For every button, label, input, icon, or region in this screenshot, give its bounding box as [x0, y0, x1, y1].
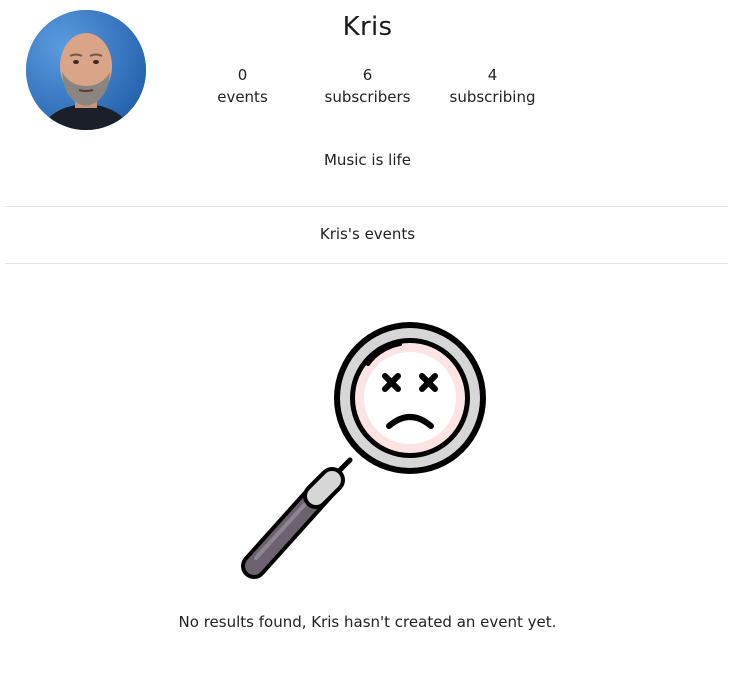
- magnifier-handle: [241, 457, 353, 579]
- magnifier-lens: [334, 322, 486, 474]
- stat-subscribing[interactable]: 4 subscribing: [430, 64, 555, 108]
- stat-events[interactable]: 0 events: [180, 64, 305, 108]
- stat-subscribing-count: 4: [487, 66, 498, 84]
- profile-name: Kris: [342, 12, 393, 42]
- empty-state-message: No results found, Kris hasn't created an…: [178, 613, 557, 631]
- stat-subscribers-count: 6: [362, 66, 373, 84]
- events-tab[interactable]: Kris's events: [0, 225, 735, 243]
- profile-stats: 0 events 6 subscribers 4 subscribing: [180, 64, 555, 108]
- stat-subscribers[interactable]: 6 subscribers: [305, 64, 430, 108]
- stat-subscribers-label: subscribers: [324, 88, 411, 106]
- profile-bio: Music is life: [323, 151, 412, 169]
- stat-subscribing-label: subscribing: [449, 88, 536, 106]
- stat-events-label: events: [217, 88, 268, 106]
- stat-events-count: 0: [237, 66, 248, 84]
- divider-bottom: [5, 263, 728, 264]
- divider-top: [5, 206, 728, 207]
- magnifying-glass-sad-face-icon: [240, 308, 500, 583]
